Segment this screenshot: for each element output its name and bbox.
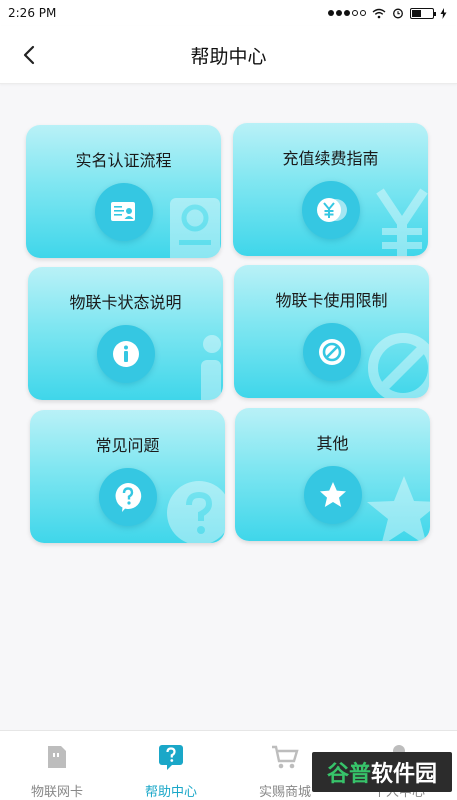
yen-coin-icon [302, 181, 360, 239]
card-recharge-guide[interactable]: 充值续费指南 [233, 123, 428, 256]
tab-help-center[interactable]: 帮助中心 [114, 731, 228, 800]
battery-icon [410, 7, 436, 19]
status-indicators [328, 7, 447, 19]
card-label: 物联卡状态说明 [69, 293, 182, 312]
tab-label: 帮助中心 [144, 785, 197, 800]
help-icon [157, 743, 185, 771]
page-title: 帮助中心 [190, 46, 267, 68]
card-label: 其他 [316, 434, 349, 453]
card-faq[interactable]: 常见问题 [30, 410, 225, 543]
watermark-text-green: 谷普 [326, 762, 371, 787]
star-icon [304, 466, 362, 524]
signal-icon [328, 10, 366, 16]
star-watermark-icon [367, 476, 430, 541]
gear-document-icon [170, 198, 220, 258]
card-iot-card-status[interactable]: 物联卡状态说明 [28, 267, 223, 400]
info-icon [97, 325, 155, 383]
certificate-icon [95, 183, 153, 241]
status-time: 2:26 PM [8, 6, 57, 20]
sim-card-icon [43, 743, 71, 771]
card-label: 物联卡使用限制 [275, 291, 388, 310]
card-label: 充值续费指南 [282, 149, 379, 168]
card-label: 常见问题 [95, 436, 160, 455]
tab-label: 物联网卡 [30, 785, 83, 800]
header: 帮助中心 [0, 26, 457, 84]
wifi-icon [372, 8, 386, 18]
tab-iot-card[interactable]: 物联网卡 [0, 731, 114, 800]
cart-icon [271, 743, 299, 771]
alarm-icon [393, 8, 403, 19]
card-other[interactable]: 其他 [235, 408, 430, 541]
question-watermark-icon [167, 481, 225, 543]
status-bar: 2:26 PM [0, 0, 457, 26]
yen-watermark-icon [376, 188, 428, 256]
card-iot-card-usage-limits[interactable]: 物联卡使用限制 [234, 265, 429, 398]
charging-icon [440, 7, 447, 19]
card-label: 实名认证流程 [75, 151, 172, 170]
prohibited-watermark-icon [368, 333, 429, 398]
watermark-text-white: 软件园 [371, 762, 438, 787]
info-watermark-icon [201, 335, 221, 400]
prohibited-icon [303, 323, 361, 381]
question-bubble-icon [99, 468, 157, 526]
watermark-logo: 谷普 软件园 [312, 752, 452, 792]
card-real-name-verification[interactable]: 实名认证流程 [26, 125, 221, 258]
